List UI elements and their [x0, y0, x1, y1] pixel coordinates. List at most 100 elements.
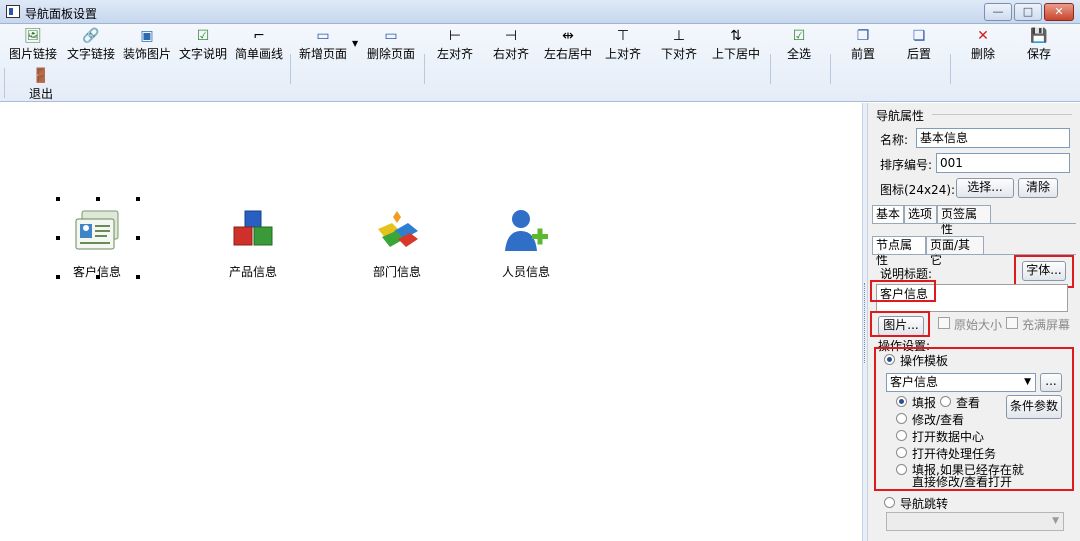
send-back-icon: ❏	[912, 28, 926, 44]
toolbar-button-text-note[interactable]: ☑ 文字说明	[176, 24, 230, 62]
maximize-button[interactable]: □	[1014, 3, 1042, 21]
nav-item-personnel[interactable]: 人员信息	[486, 207, 566, 280]
fill-or-edit-label-2: 直接修改/查看打开	[912, 475, 1013, 489]
save-icon: 💾	[1030, 28, 1048, 44]
add-person-icon	[499, 207, 553, 257]
toolbar-button-select-all[interactable]: ☑ 全选	[780, 24, 818, 62]
group-divider	[932, 114, 1072, 115]
template-select[interactable]: 客户信息 ▼	[886, 373, 1036, 392]
product-cubes-icon	[226, 207, 280, 257]
nav-item-department[interactable]: 部门信息	[357, 207, 437, 280]
align-vcenter-icon: ⇅	[730, 28, 742, 44]
toolbar-button-align-vcenter[interactable]: ⇅ 上下居中	[710, 24, 762, 62]
tab-basic[interactable]: 基本	[872, 205, 904, 223]
toolbar-label: 删除	[970, 47, 995, 61]
name-field[interactable]: 基本信息	[916, 128, 1070, 148]
modify-view-radio[interactable]	[896, 413, 907, 424]
align-left-icon: ⊢	[448, 28, 462, 44]
original-size-checkbox[interactable]	[938, 317, 950, 329]
toolbar-button-send-back[interactable]: ❏ 后置	[900, 24, 938, 62]
tab-options[interactable]: 选项	[904, 205, 937, 223]
nav-item-caption: 部门信息	[372, 265, 421, 279]
order-field[interactable]: 001	[936, 153, 1070, 173]
open-pending-tasks-label: 打开待处理任务	[912, 447, 997, 461]
toolbar: 🖼 图片链接 🔗 文字链接 ▣ 装饰图片 ☑ 文字说明 ⌐ 简单画线 ▭ 新增页…	[0, 24, 1080, 102]
tab-page-props[interactable]: 页签属性	[937, 205, 991, 236]
template-label: 操作模板	[900, 354, 949, 368]
nav-props-title: 导航属性	[876, 109, 925, 123]
fill-radio[interactable]	[896, 396, 907, 407]
toolbar-label: 文字链接	[66, 47, 115, 61]
toolbar-label: 图片链接	[8, 47, 57, 61]
fill-or-edit-radio[interactable]	[896, 464, 907, 475]
template-more-button[interactable]: ...	[1040, 373, 1062, 392]
design-canvas[interactable]: 客户信息 产品信息 部门信息 人员信息	[0, 103, 862, 541]
new-page-dropdown-icon[interactable]: ▼	[352, 39, 358, 48]
select-all-icon: ☑	[792, 28, 806, 44]
toolbar-button-align-right[interactable]: ⊣ 右对齐	[488, 24, 534, 62]
toolbar-label: 左右居中	[543, 47, 592, 61]
align-right-icon: ⊣	[504, 28, 518, 44]
minimize-button[interactable]: —	[984, 3, 1012, 21]
fill-screen-checkbox[interactable]	[1006, 317, 1018, 329]
open-data-center-radio[interactable]	[896, 430, 907, 441]
toolbar-separator	[290, 54, 291, 84]
toolbar-button-draw-line[interactable]: ⌐ 简单画线	[232, 24, 286, 62]
align-hcenter-icon: ⇹	[562, 28, 574, 44]
view-label: 查看	[956, 396, 981, 410]
nav-jump-select[interactable]: ▼	[886, 512, 1064, 531]
selection-handle[interactable]	[136, 197, 140, 201]
order-label: 排序编号:	[880, 158, 933, 172]
toolbar-button-bring-front[interactable]: ❐ 前置	[844, 24, 882, 62]
toolbar-button-decor-image[interactable]: ▣ 装饰图片	[120, 24, 174, 62]
subtab-node-props[interactable]: 节点属性	[872, 236, 926, 267]
toolbar-label: 上对齐	[604, 47, 641, 61]
toolbar-button-new-page[interactable]: ▭ 新增页面	[296, 24, 350, 62]
delete-page-icon: ▭	[384, 28, 398, 44]
draw-line-icon: ⌐	[253, 28, 265, 44]
toolbar-button-delete-page[interactable]: ▭ 删除页面	[364, 24, 418, 62]
toolbar-button-text-link[interactable]: 🔗 文字链接	[64, 24, 118, 62]
toolbar-button-delete[interactable]: ✕ 删除	[964, 24, 1002, 62]
toolbar-button-align-hcenter[interactable]: ⇹ 左右居中	[542, 24, 594, 62]
toolbar-label: 右对齐	[492, 47, 529, 61]
selection-handle[interactable]	[96, 197, 100, 201]
close-button[interactable]: ✕	[1044, 3, 1074, 21]
nav-item-customer[interactable]: 客户信息	[57, 207, 137, 280]
view-radio[interactable]	[940, 396, 951, 407]
select-icon-button[interactable]: 选择...	[956, 178, 1014, 198]
bring-front-icon: ❐	[856, 28, 870, 44]
toolbar-button-align-left[interactable]: ⊢ 左对齐	[432, 24, 478, 62]
splitter-grip	[864, 283, 866, 363]
fill-screen-label: 充满屏幕	[1022, 318, 1071, 332]
nav-item-product[interactable]: 产品信息	[213, 207, 293, 280]
selection-handle[interactable]	[56, 197, 60, 201]
toolbar-button-exit[interactable]: 🚪 退出	[24, 64, 58, 102]
decor-image-icon: ▣	[140, 28, 154, 44]
toolbar-separator	[4, 68, 5, 98]
condition-params-button[interactable]: 条件参数	[1006, 395, 1062, 419]
toolbar-label: 前置	[850, 47, 875, 61]
nav-item-caption: 客户信息	[72, 265, 121, 279]
original-size-label: 原始大小	[954, 318, 1003, 332]
toolbar-label: 左对齐	[436, 47, 473, 61]
template-radio[interactable]	[884, 354, 895, 365]
open-pending-tasks-radio[interactable]	[896, 447, 907, 458]
toolbar-button-save[interactable]: 💾 保存	[1020, 24, 1058, 62]
delete-icon: ✕	[977, 28, 989, 44]
app-icon	[6, 5, 20, 18]
toolbar-label: 下对齐	[660, 47, 697, 61]
text-note-icon: ☑	[196, 28, 210, 44]
nav-item-caption: 产品信息	[228, 265, 277, 279]
toolbar-label: 装饰图片	[122, 47, 171, 61]
exit-icon: 🚪	[32, 68, 50, 84]
toolbar-label: 删除页面	[366, 47, 415, 61]
clear-icon-button[interactable]: 清除	[1018, 178, 1058, 198]
toolbar-button-image-link[interactable]: 🖼 图片链接	[8, 24, 58, 62]
toolbar-label: 保存	[1026, 47, 1051, 61]
toolbar-button-align-top[interactable]: ⊤ 上对齐	[600, 24, 646, 62]
nav-jump-radio[interactable]	[884, 497, 895, 508]
icon-label: 图标(24x24):	[880, 183, 956, 197]
toolbar-button-align-bottom[interactable]: ⊥ 下对齐	[656, 24, 702, 62]
subtab-page-other[interactable]: 页面/其它	[926, 236, 984, 267]
